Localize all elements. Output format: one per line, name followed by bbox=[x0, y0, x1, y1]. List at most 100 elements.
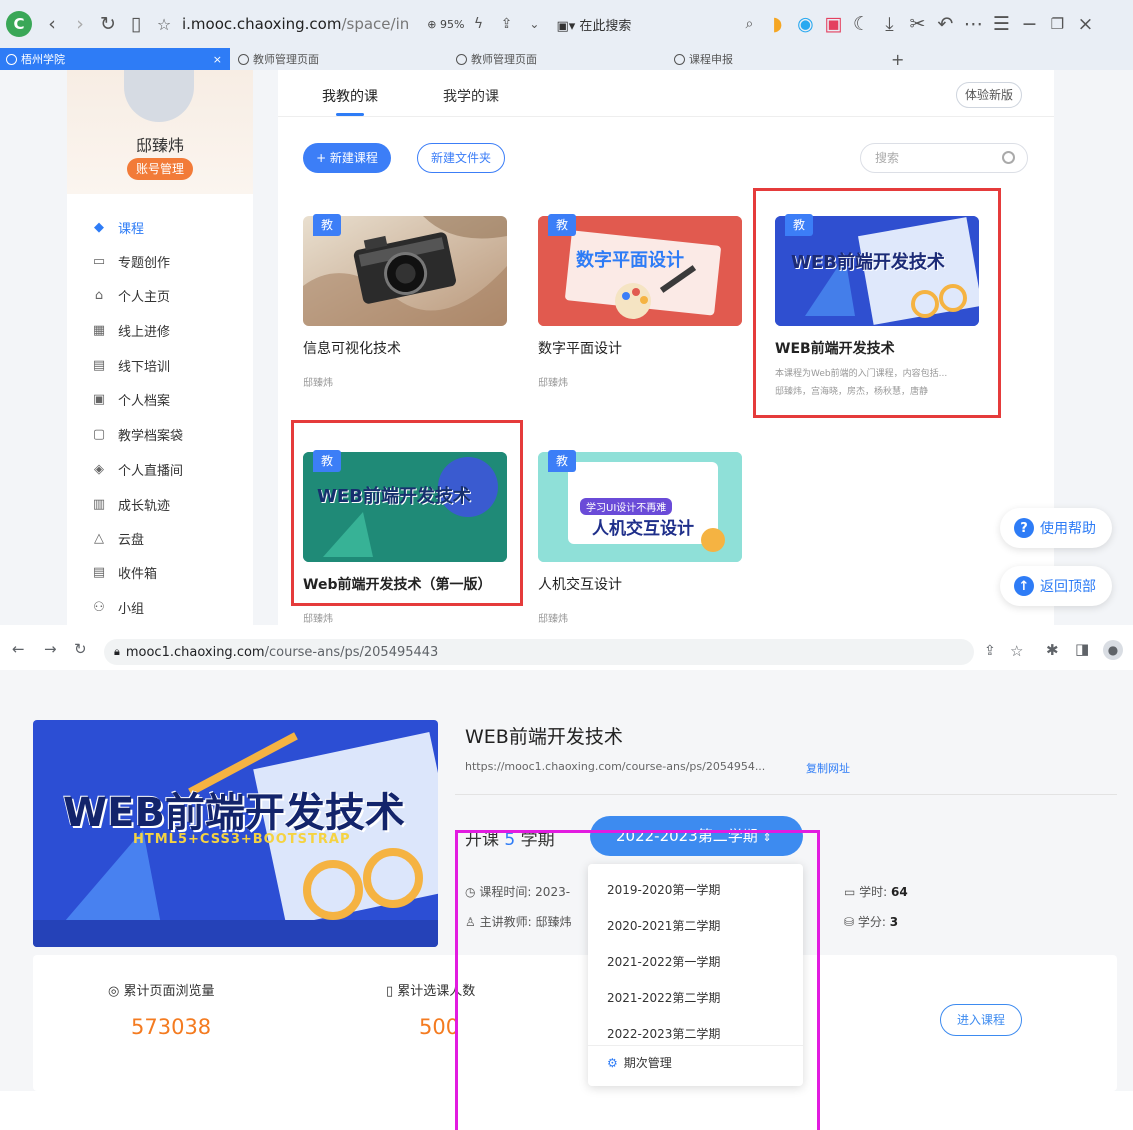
course-title[interactable]: 人机交互设计 bbox=[538, 574, 622, 594]
forward-icon[interactable]: › bbox=[66, 10, 94, 38]
pacman-icon[interactable]: ◗ bbox=[763, 10, 791, 38]
address-bar[interactable]: 🔒︎ mooc1.chaoxing.com/course-ans/ps/20549… bbox=[104, 639, 1023, 665]
course-title[interactable]: 信息可视化技术 bbox=[303, 338, 401, 358]
divider bbox=[588, 1045, 803, 1046]
share-icon[interactable]: ⇪ bbox=[984, 643, 996, 659]
app-icon[interactable]: ▣ bbox=[819, 10, 847, 38]
course-search-input[interactable]: 搜索 bbox=[860, 143, 1028, 173]
sidebar-item-profile[interactable]: ▣ 个人档案 bbox=[91, 389, 170, 409]
tab-label: 课程申报 bbox=[689, 53, 733, 66]
semester-option[interactable]: 2021-2022第二学期 bbox=[607, 989, 720, 1006]
tab-wuzhou[interactable]: 梧州学院 × bbox=[0, 48, 230, 70]
students-value: 500 bbox=[419, 1015, 460, 1039]
sidebar-item-label: 个人直播间 bbox=[118, 463, 184, 479]
reload-icon[interactable]: ↻ bbox=[94, 10, 122, 38]
students-label: ▯ 累计选课人数 bbox=[386, 980, 475, 999]
students-label-text: 累计选课人数 bbox=[397, 984, 476, 999]
search-icon[interactable] bbox=[1002, 151, 1015, 164]
semester-manage-option[interactable]: ⚙ 期次管理 bbox=[607, 1054, 672, 1071]
course-detail-page: WEB前端开发技术 HTML5+CSS3+BOOTSTRAP WEB前端开发技术… bbox=[0, 670, 1133, 1130]
semester-suffix: 学期 bbox=[520, 830, 555, 850]
new-tab-icon[interactable]: + bbox=[885, 48, 915, 70]
more-icon[interactable]: ⋯ bbox=[959, 10, 987, 38]
minimize-icon[interactable]: − bbox=[1015, 10, 1043, 38]
sidebar-item-live[interactable]: ◈ 个人直播间 bbox=[91, 459, 183, 479]
semester-select[interactable]: 2022-2023第二学期 ⇕ bbox=[590, 816, 803, 856]
sidebar-item-growth[interactable]: ▥ 成长轨迹 bbox=[91, 494, 170, 514]
teaching-badge: 教 bbox=[785, 214, 813, 236]
back-icon[interactable]: ← bbox=[12, 640, 25, 658]
tab-teacher-2[interactable]: 教师管理页面 bbox=[450, 48, 664, 70]
tab-course-apply[interactable]: 课程申报 bbox=[668, 48, 882, 70]
tab-my-teaching[interactable]: 我教的课 bbox=[322, 86, 378, 106]
menu-icon[interactable]: ☰ bbox=[987, 10, 1015, 38]
views-value: 573038 bbox=[131, 1015, 212, 1039]
address-bar[interactable]: i.mooc.chaoxing.com/space/in bbox=[182, 15, 409, 33]
cloud-icon: △ bbox=[94, 530, 104, 546]
tab-my-learning[interactable]: 我学的课 bbox=[443, 86, 499, 106]
tab-close-icon[interactable]: × bbox=[213, 53, 222, 66]
tab-teacher-1[interactable]: 教师管理页面 bbox=[232, 48, 446, 70]
new-course-button[interactable]: + 新建课程 bbox=[303, 143, 391, 173]
try-new-version-button[interactable]: 体验新版 bbox=[956, 82, 1022, 108]
semester-option[interactable]: 2020-2021第二学期 bbox=[607, 917, 720, 934]
globe-icon bbox=[674, 53, 685, 65]
semester-option[interactable]: 2021-2022第一学期 bbox=[607, 953, 720, 970]
star-icon[interactable]: ☆ bbox=[150, 10, 178, 38]
window-icon: ▭ bbox=[92, 253, 106, 269]
back-to-top-button[interactable]: ↑ 返回顶部 bbox=[1000, 566, 1112, 606]
course-card[interactable]: 教 信息可视化技术 邸臻炜 bbox=[303, 214, 507, 401]
download-icon[interactable]: ⤓ bbox=[875, 10, 903, 38]
views-label-text: 累计页面浏览量 bbox=[123, 984, 215, 999]
course-credits: ⛁ 学分: 3 bbox=[844, 913, 898, 930]
sidebar-item-online[interactable]: ▦ 线上进修 bbox=[91, 320, 170, 340]
sidebar-item-offline[interactable]: ▤ 线下培训 bbox=[91, 355, 170, 375]
course-title[interactable]: 数字平面设计 bbox=[538, 338, 622, 358]
sidebar-item-inbox[interactable]: ▤ 收件箱 bbox=[91, 562, 157, 582]
side-panel-icon[interactable]: ◨ bbox=[1075, 640, 1089, 658]
back-icon[interactable]: ‹ bbox=[38, 10, 66, 38]
extensions-icon[interactable]: ✱ bbox=[1046, 641, 1059, 659]
course-card[interactable]: 教 学习UI设计不再难 人机交互设计 人机交互设计 邸臻炜 bbox=[538, 450, 742, 625]
share-icon[interactable]: ⇪ bbox=[492, 10, 520, 38]
cut-icon[interactable]: ✂ bbox=[903, 10, 931, 38]
folder-icon: ▢ bbox=[92, 426, 106, 442]
dropdown-icon[interactable]: ⌄ bbox=[520, 10, 548, 38]
bolt-icon[interactable]: ϟ bbox=[464, 10, 492, 38]
help-button[interactable]: ? 使用帮助 bbox=[1000, 508, 1112, 548]
forward-icon[interactable]: → bbox=[44, 640, 57, 658]
sidebar-item-home[interactable]: ⌂ 个人主页 bbox=[91, 285, 170, 305]
account-manage-button[interactable]: 账号管理 bbox=[127, 158, 193, 180]
search-placeholder: 搜索 bbox=[875, 151, 900, 165]
sidebar-item-group[interactable]: ⚇ 小组 bbox=[91, 597, 144, 617]
magnifier-icon[interactable]: ⌕ bbox=[735, 10, 763, 38]
profile-icon[interactable]: ● bbox=[1103, 640, 1123, 660]
reader-icon[interactable]: ▯ bbox=[122, 10, 150, 38]
enter-course-button[interactable]: 进入课程 bbox=[940, 1004, 1022, 1036]
search-engine-box[interactable]: ▣▾ 在此搜索 bbox=[556, 15, 631, 34]
undo-icon[interactable]: ↶ bbox=[931, 10, 959, 38]
meta-label: 主讲教师: bbox=[479, 915, 536, 929]
sidebar-item-portfolio[interactable]: ▢ 教学档案袋 bbox=[91, 424, 183, 444]
growth-icon: ▥ bbox=[92, 496, 106, 512]
sidebar-item-cloud[interactable]: △ 云盘 bbox=[91, 528, 144, 548]
zoom-level[interactable]: ⊕ 95% bbox=[427, 18, 464, 31]
sidebar-item-course[interactable]: ◆ 课程 bbox=[91, 217, 144, 237]
semester-option[interactable]: 2019-2020第一学期 bbox=[607, 881, 720, 898]
username: 邸臻炜 bbox=[135, 136, 184, 155]
course-card[interactable]: 教 数字平面设计 数字平面设计 邸臻炜 bbox=[538, 214, 742, 401]
close-icon[interactable]: × bbox=[1071, 10, 1099, 38]
new-folder-button[interactable]: 新建文件夹 bbox=[417, 143, 505, 173]
course-owner: 邸臻炜 bbox=[538, 614, 568, 625]
sidebar-item-topic[interactable]: ▭ 专题创作 bbox=[91, 251, 170, 271]
extension-icon[interactable]: ◉ bbox=[791, 10, 819, 38]
moon-icon[interactable]: ☾ bbox=[847, 10, 875, 38]
reload-icon[interactable]: ↻ bbox=[74, 640, 87, 658]
course-owner: 邸臻炜 bbox=[303, 614, 333, 625]
sidebar-item-label: 教学档案袋 bbox=[118, 428, 184, 444]
semester-option[interactable]: 2022-2023第二学期 bbox=[607, 1025, 720, 1042]
browser-logo-icon: C bbox=[6, 11, 32, 37]
restore-icon[interactable]: ❐ bbox=[1043, 10, 1071, 38]
star-icon[interactable]: ☆ bbox=[1010, 642, 1023, 660]
copy-url-link[interactable]: 复制网址 bbox=[806, 760, 850, 776]
